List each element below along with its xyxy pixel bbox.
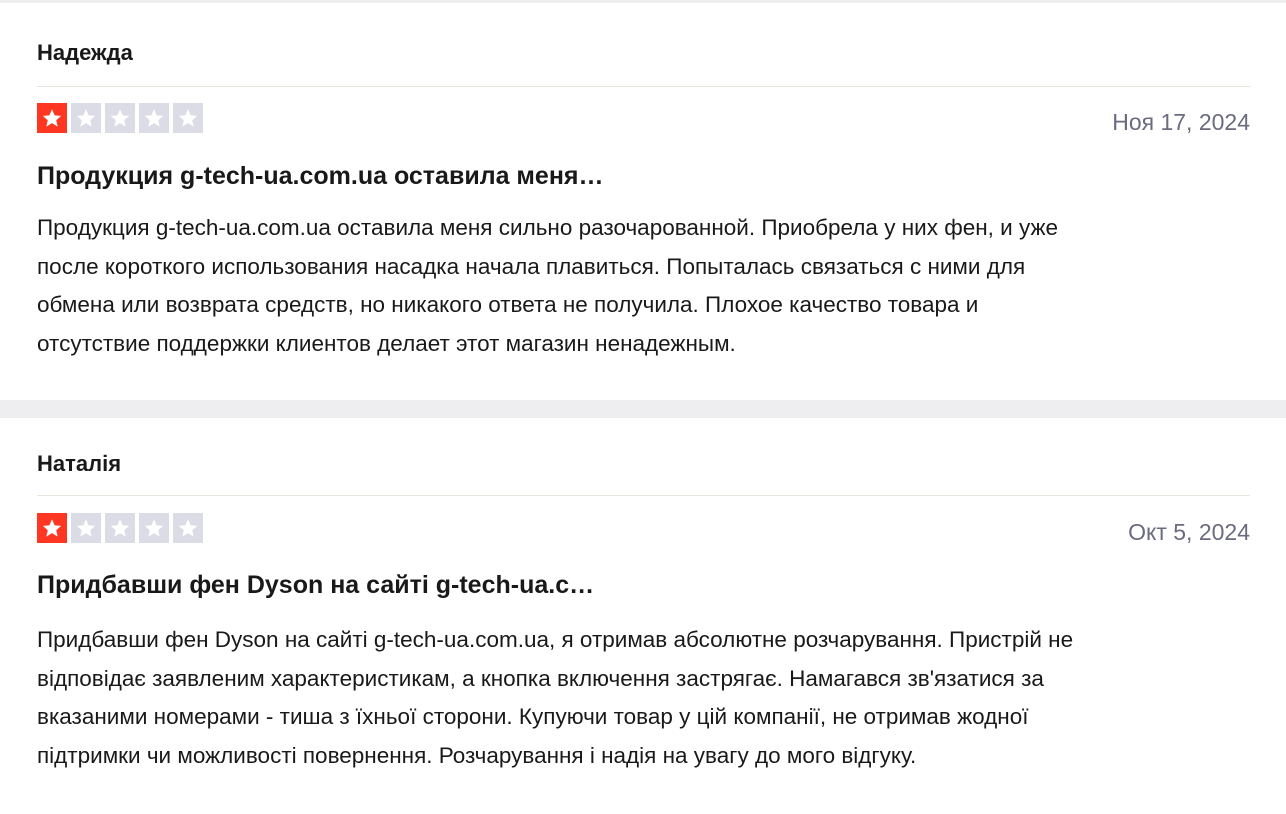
review-body-line: Придбавши фен Dyson на сайті g-tech-ua.c…	[37, 627, 1074, 652]
review-body-line: вказаними номерами - тиша з їхньої сторо…	[37, 704, 1029, 729]
review-date: Окт 5, 2024	[1128, 519, 1250, 545]
review-separator	[0, 400, 1286, 418]
review-body-line: відповідає заявленим характеристикам, а …	[37, 665, 1044, 691]
review-author[interactable]: Наталія	[37, 451, 121, 477]
star-rating	[37, 103, 203, 133]
review-body-line: обмена или возврата средств, но никакого…	[37, 292, 979, 317]
star-icon	[139, 513, 169, 543]
review-card: Надежда Ноя 17, 2024 Продукция g-tech-ua…	[0, 3, 1286, 400]
review-title[interactable]: Продукция g-tech-ua.com.ua оставила меня…	[37, 162, 604, 191]
review-body-line: отсутствие поддержки клиентов делает это…	[37, 330, 736, 356]
star-icon	[173, 103, 203, 133]
review-author[interactable]: Надежда	[37, 40, 133, 66]
review-body: Продукция g-tech-ua.com.ua оставила меня…	[37, 209, 1250, 363]
review-body-line: после короткого использования насадка на…	[37, 253, 1026, 279]
review-body-line: підтримки чи можливості повернення. Розч…	[37, 742, 917, 768]
star-icon	[105, 103, 135, 133]
review-body: Придбавши фен Dyson на сайті g-tech-ua.c…	[37, 621, 1250, 775]
star-icon	[139, 103, 169, 133]
review-divider	[37, 86, 1250, 87]
review-date: Ноя 17, 2024	[1112, 109, 1250, 135]
star-icon	[71, 513, 101, 543]
star-icon	[37, 513, 67, 543]
star-icon	[37, 103, 67, 133]
star-icon	[105, 513, 135, 543]
review-card: Наталія Окт 5, 2024 Придбавши фен Dyson …	[0, 418, 1286, 814]
review-body-line: Продукция g-tech-ua.com.ua оставила меня…	[37, 215, 1059, 240]
star-icon	[173, 513, 203, 543]
star-rating	[37, 513, 203, 543]
review-title[interactable]: Придбавши фен Dyson на сайті g-tech-ua.c…	[37, 571, 594, 600]
star-icon	[71, 103, 101, 133]
review-divider	[37, 495, 1250, 496]
